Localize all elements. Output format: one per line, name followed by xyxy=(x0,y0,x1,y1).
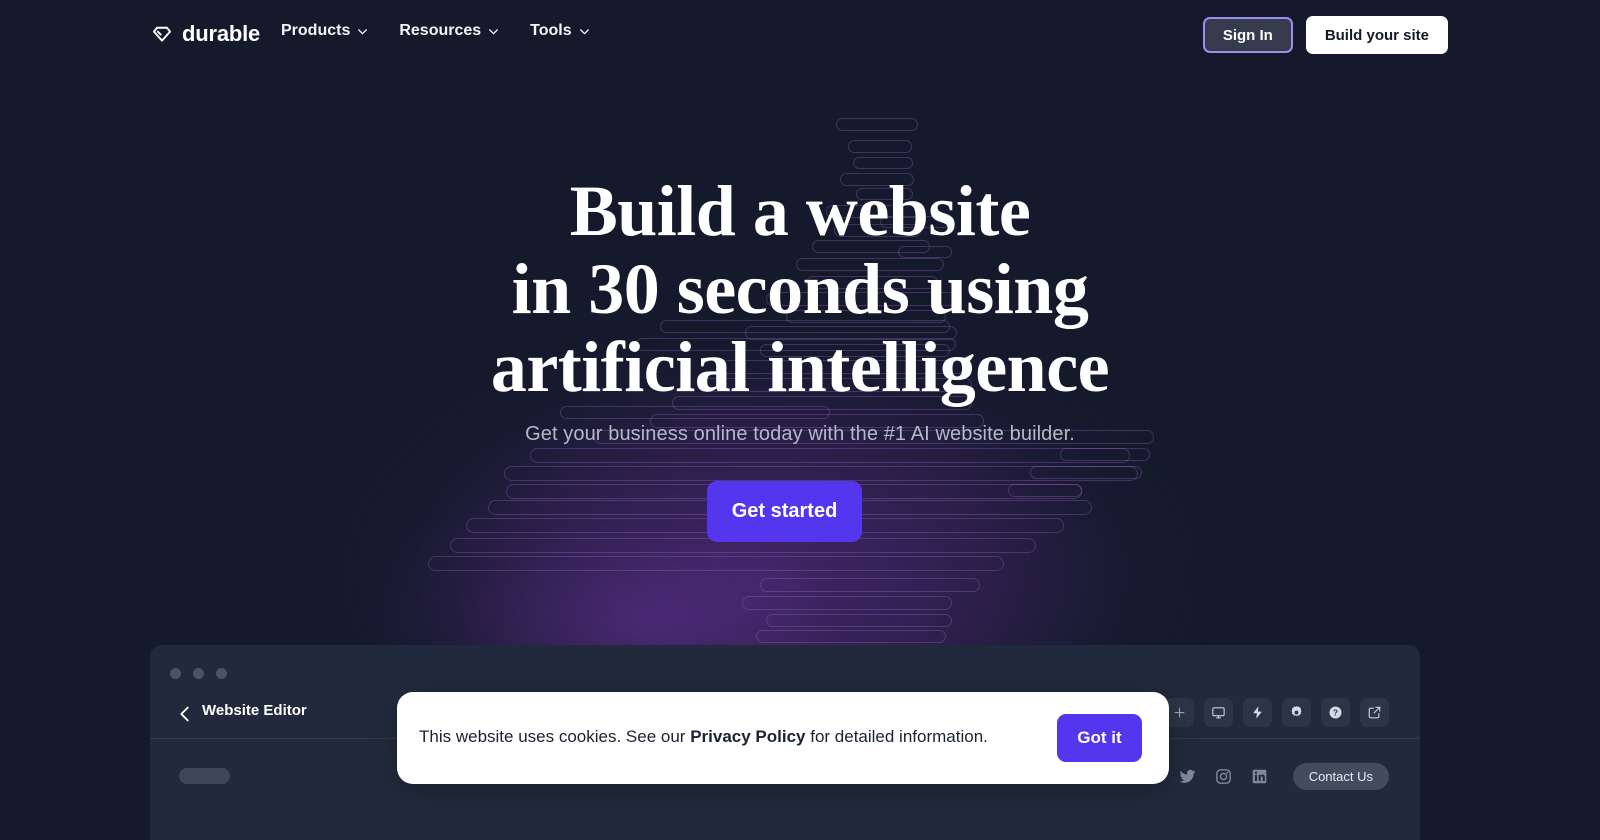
instagram-icon[interactable] xyxy=(1215,768,1232,785)
header-actions: Sign In Build your site xyxy=(1202,16,1448,54)
decor-line xyxy=(700,378,972,392)
twitter-icon[interactable] xyxy=(1179,768,1196,785)
decor-line xyxy=(745,326,957,340)
page-root: durable Products Resources Tools Sign In… xyxy=(0,0,1600,840)
contact-us-button[interactable]: Contact Us xyxy=(1292,763,1389,790)
window-dot-maximize xyxy=(216,668,227,679)
nav-item-tools[interactable]: Tools xyxy=(530,22,590,40)
decorative-line-pattern xyxy=(0,0,1600,700)
cookie-banner-text: This website uses cookies. See our Priva… xyxy=(419,727,988,747)
decor-line xyxy=(796,258,944,271)
decor-line xyxy=(1060,448,1150,461)
plus-icon[interactable] xyxy=(1165,698,1194,727)
decor-line xyxy=(760,344,950,357)
chevron-down-icon xyxy=(489,28,499,34)
editor-title: Website Editor xyxy=(202,702,307,719)
decor-line xyxy=(766,614,952,627)
decor-line xyxy=(756,630,946,643)
decor-line xyxy=(428,556,1004,571)
decor-line xyxy=(760,578,980,592)
decor-line xyxy=(660,320,950,333)
chevron-down-icon xyxy=(579,28,589,34)
decor-line xyxy=(1008,484,1082,497)
window-dot-minimize xyxy=(193,668,204,679)
monitor-icon[interactable] xyxy=(1204,698,1233,727)
get-started-button[interactable]: Get started xyxy=(707,481,862,542)
decor-line xyxy=(504,466,1138,481)
hero-title-line-2: in 30 seconds using xyxy=(511,249,1089,329)
editor-tool-buttons: ? xyxy=(1165,698,1389,727)
privacy-policy-link[interactable]: Privacy Policy xyxy=(690,727,805,746)
hero-title-line-3: artificial intelligence xyxy=(490,327,1110,407)
hero-subtitle: Get your business online today with the … xyxy=(525,423,1075,445)
lightning-bolt-icon[interactable] xyxy=(1243,698,1272,727)
nav-label: Tools xyxy=(530,22,572,39)
decor-line xyxy=(826,205,924,218)
decor-line xyxy=(848,140,912,153)
decor-line xyxy=(812,240,930,253)
cookie-banner: This website uses cookies. See our Priva… xyxy=(397,692,1169,784)
decor-line xyxy=(836,118,918,131)
decor-line xyxy=(856,188,913,200)
decor-line xyxy=(880,216,950,228)
logo[interactable]: durable xyxy=(151,21,260,47)
cookie-text-after: for detailed information. xyxy=(805,727,988,746)
content-placeholder xyxy=(179,768,230,784)
sign-in-button[interactable]: Sign In xyxy=(1202,17,1293,53)
linkedin-icon[interactable] xyxy=(1251,768,1268,785)
decor-line xyxy=(766,292,956,306)
site-header: durable Products Resources Tools Sign In… xyxy=(0,0,1600,68)
decor-line xyxy=(834,224,921,237)
chevron-left-icon[interactable] xyxy=(174,703,196,730)
window-dots xyxy=(170,668,227,679)
decor-line xyxy=(806,276,938,289)
decor-line xyxy=(898,246,952,258)
logo-text: durable xyxy=(182,21,261,46)
window-dot-close xyxy=(170,668,181,679)
editor-footer: Contact Us xyxy=(1179,763,1389,790)
main-nav: Products Resources Tools xyxy=(281,22,591,40)
gear-icon[interactable] xyxy=(1282,698,1311,727)
external-link-icon[interactable] xyxy=(1360,698,1389,727)
decor-line xyxy=(1030,466,1142,479)
question-circle-icon[interactable]: ? xyxy=(1321,698,1350,727)
decor-line xyxy=(742,596,952,610)
decor-line xyxy=(530,448,1130,463)
svg-text:?: ? xyxy=(1333,708,1338,717)
decor-line xyxy=(672,396,972,410)
nav-label: Resources xyxy=(399,22,482,39)
build-your-site-button[interactable]: Build your site xyxy=(1305,16,1448,54)
gem-diamond-icon xyxy=(151,23,173,45)
nav-item-products[interactable]: Products xyxy=(281,22,369,40)
nav-label: Products xyxy=(281,22,351,39)
cookie-text-before: This website uses cookies. See our xyxy=(419,727,691,746)
decor-line xyxy=(650,414,984,428)
decor-line xyxy=(636,338,956,351)
nav-item-resources[interactable]: Resources xyxy=(399,22,500,40)
decor-line xyxy=(786,310,946,323)
cookie-accept-button[interactable]: Got it xyxy=(1057,714,1142,762)
decor-line xyxy=(840,173,914,186)
decor-line xyxy=(853,157,913,169)
hero-title-line-1: Build a website xyxy=(569,171,1031,251)
decor-line xyxy=(594,430,1154,444)
page-title: Build a website in 30 seconds using arti… xyxy=(0,172,1600,406)
decor-line xyxy=(720,360,965,374)
decor-line xyxy=(560,406,830,419)
chevron-down-icon xyxy=(358,28,368,34)
